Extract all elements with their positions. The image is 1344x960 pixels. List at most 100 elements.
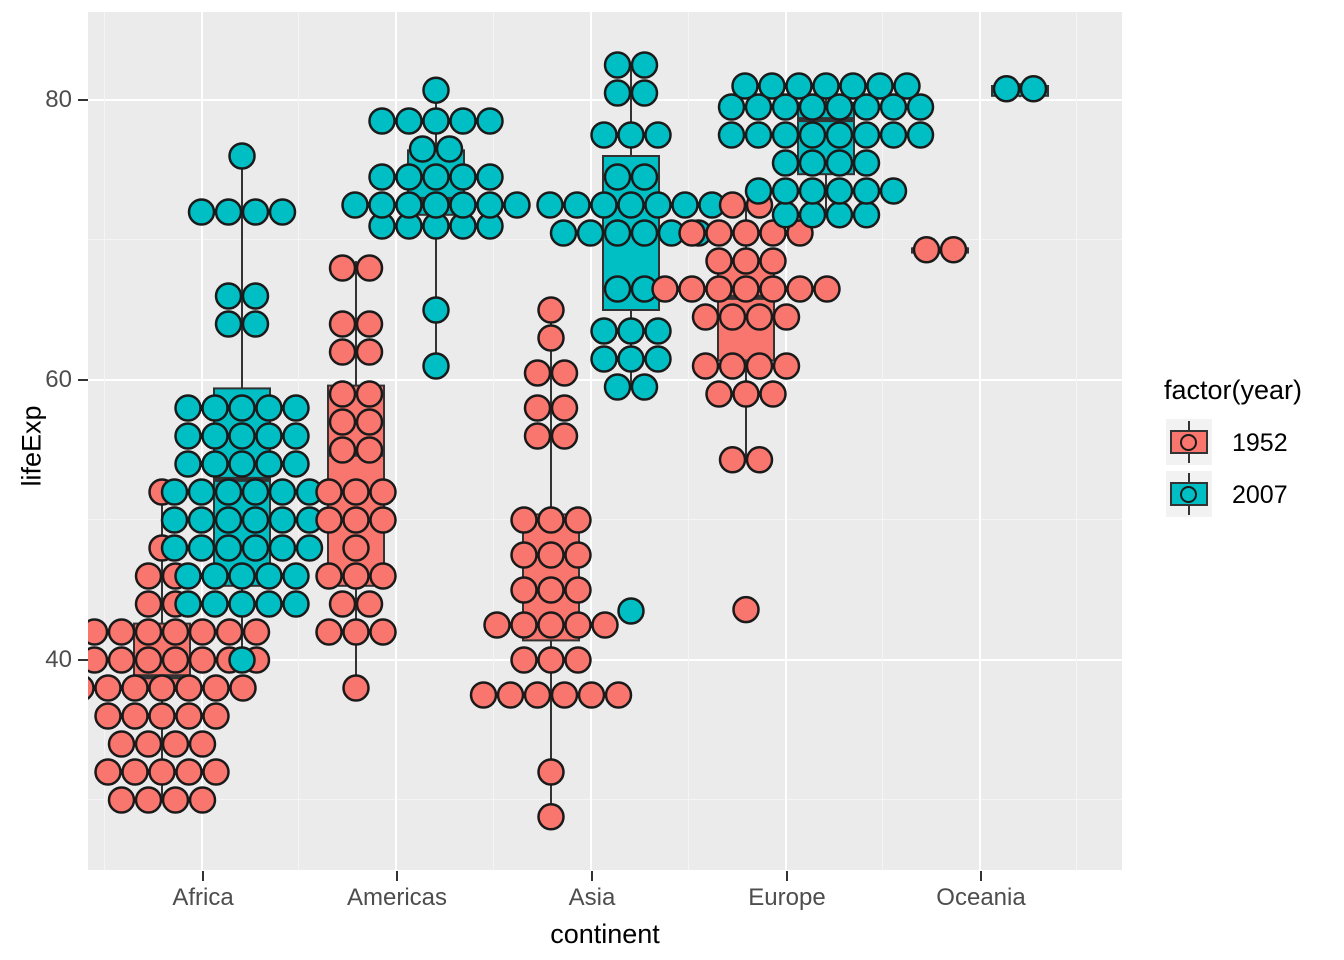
data-dot bbox=[214, 534, 243, 562]
data-dot bbox=[510, 576, 538, 604]
x-tick-label-asia: Asia bbox=[568, 884, 616, 911]
data-dot bbox=[617, 191, 645, 219]
data-dot bbox=[771, 201, 800, 229]
data-dot bbox=[342, 674, 370, 702]
data-dot bbox=[550, 681, 579, 709]
x-tick-label-oceania: Oceania bbox=[936, 884, 1026, 911]
data-dot bbox=[134, 618, 163, 646]
data-dot bbox=[717, 121, 746, 149]
dot-row-oceania-2007 bbox=[992, 75, 1048, 103]
data-dot bbox=[214, 282, 243, 310]
data-dot bbox=[342, 562, 370, 590]
data-dot bbox=[812, 72, 840, 100]
data-dot bbox=[328, 380, 357, 408]
data-dot bbox=[537, 324, 565, 352]
data-dot bbox=[187, 534, 216, 562]
data-dot bbox=[282, 422, 310, 450]
data-dot bbox=[88, 676, 95, 700]
data-dot bbox=[744, 121, 773, 149]
y-tick-mark-60 bbox=[78, 379, 88, 381]
data-dot bbox=[268, 198, 297, 226]
data-dot bbox=[718, 446, 747, 474]
data-dot bbox=[342, 478, 370, 506]
data-dot bbox=[88, 618, 109, 646]
data-dot bbox=[160, 534, 189, 562]
x-tick-label-americas: Americas bbox=[346, 884, 448, 911]
dot-row-africa-2007 bbox=[174, 562, 310, 590]
data-dot bbox=[718, 352, 747, 380]
data-dot bbox=[202, 702, 230, 730]
data-dot bbox=[268, 534, 297, 562]
data-dot bbox=[328, 254, 357, 282]
data-dot bbox=[537, 506, 565, 534]
data-dot bbox=[202, 758, 230, 786]
x-tick-mark-asia bbox=[591, 871, 593, 881]
data-dot bbox=[282, 562, 310, 590]
data-dot bbox=[590, 317, 618, 345]
data-dot bbox=[678, 275, 706, 303]
legend-key-2007[interactable] bbox=[1166, 471, 1212, 517]
data-dot bbox=[202, 674, 230, 702]
data-dot bbox=[603, 51, 632, 79]
dot-row-europe-1952 bbox=[705, 247, 787, 275]
data-dot bbox=[94, 674, 122, 702]
data-dot bbox=[630, 219, 659, 247]
data-dot bbox=[732, 219, 760, 247]
dot-row-americas-1952 bbox=[342, 674, 370, 702]
data-dot bbox=[315, 562, 343, 590]
dot-row-asia-1952 bbox=[537, 803, 565, 831]
data-dot bbox=[315, 506, 343, 534]
data-dot bbox=[408, 135, 437, 163]
data-dot bbox=[161, 646, 190, 674]
data-dot bbox=[175, 674, 203, 702]
y-tick-label-80: 80 bbox=[45, 86, 72, 113]
dot-row-asia-1952 bbox=[510, 541, 592, 569]
dot-row-americas-1952 bbox=[315, 478, 397, 506]
data-dot bbox=[537, 296, 565, 324]
data-dot bbox=[201, 450, 229, 478]
data-dot bbox=[121, 674, 149, 702]
data-dot bbox=[175, 702, 203, 730]
data-dot bbox=[523, 681, 552, 709]
dot-row-africa-2007 bbox=[228, 646, 256, 674]
data-dot bbox=[134, 590, 163, 618]
data-dot bbox=[564, 611, 592, 639]
dot-row-africa-2007 bbox=[228, 142, 256, 170]
data-dot bbox=[215, 618, 244, 646]
data-dot bbox=[617, 317, 645, 345]
data-dot bbox=[617, 597, 645, 625]
x-tick-mark-africa bbox=[202, 871, 204, 881]
data-dot bbox=[879, 177, 908, 205]
data-dot bbox=[604, 681, 633, 709]
legend-key-1952[interactable] bbox=[1166, 419, 1212, 465]
data-dot bbox=[603, 163, 632, 191]
data-dot bbox=[496, 681, 525, 709]
data-dot bbox=[705, 380, 733, 408]
data-dot bbox=[355, 436, 384, 464]
data-dot bbox=[732, 275, 760, 303]
dot-row-asia-2007 bbox=[536, 191, 726, 219]
dot-row-asia-1952 bbox=[510, 506, 592, 534]
data-dot bbox=[718, 303, 747, 331]
data-dot bbox=[744, 177, 773, 205]
data-dot bbox=[564, 541, 592, 569]
dot-row-americas-2007 bbox=[422, 352, 450, 380]
data-dot bbox=[214, 198, 243, 226]
data-dot bbox=[241, 478, 270, 506]
data-dot bbox=[268, 478, 297, 506]
data-dot bbox=[315, 618, 343, 646]
data-dot bbox=[617, 345, 645, 373]
chart-root: lifeExp 80 60 40 Africa Americas Asia Eu… bbox=[0, 0, 1344, 960]
data-dot bbox=[369, 562, 397, 590]
data-dot bbox=[476, 163, 504, 191]
data-dot bbox=[328, 590, 357, 618]
data-dot bbox=[241, 310, 270, 338]
data-dot bbox=[228, 590, 256, 618]
data-dot bbox=[395, 191, 423, 219]
data-dot bbox=[268, 506, 297, 534]
data-dot bbox=[201, 590, 229, 618]
data-dot bbox=[786, 275, 814, 303]
data-dot bbox=[671, 191, 699, 219]
data-dot bbox=[798, 149, 827, 177]
dot-row-africa-1952 bbox=[94, 702, 230, 730]
